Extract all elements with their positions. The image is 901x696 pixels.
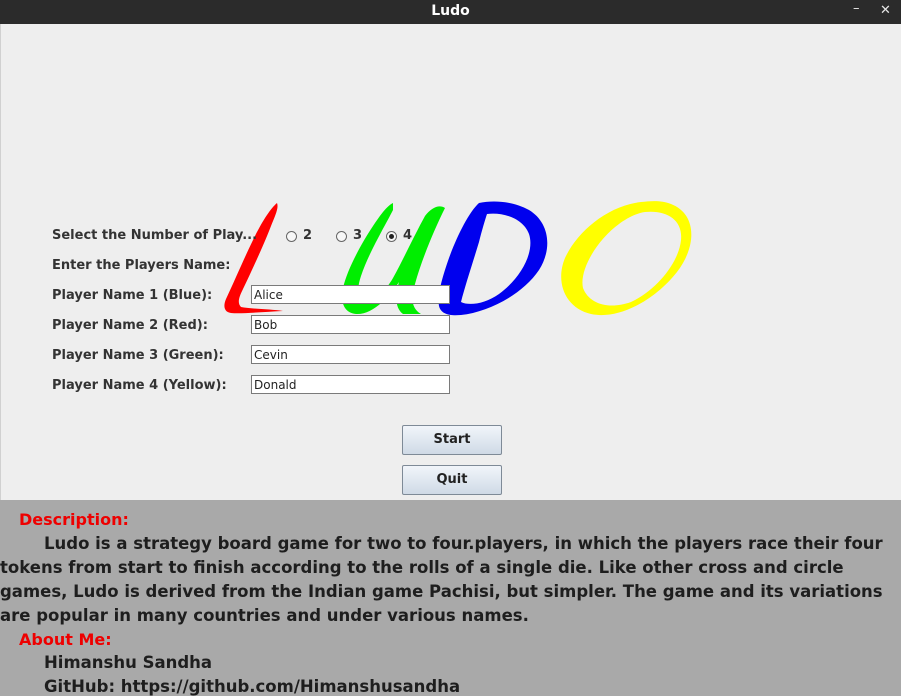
player2-name-field[interactable] — [251, 315, 450, 334]
main-panel: Select the Number of Play... 2 3 4 Enter… — [0, 24, 901, 500]
start-button[interactable]: Start — [402, 425, 502, 455]
description-body: Ludo is a strategy board game for two to… — [0, 534, 883, 625]
players-count-label: Select the Number of Play... — [52, 228, 258, 243]
description-text: Ludo is a strategy board game for two to… — [0, 532, 890, 628]
github-link[interactable]: GitHub: https://github.com/Himanshusandh… — [44, 677, 460, 696]
info-panel: Description: Ludo is a strategy board ga… — [0, 500, 901, 696]
quit-button[interactable]: Quit — [402, 465, 502, 495]
enter-names-label: Enter the Players Name: — [52, 258, 231, 273]
logo-letter-d — [438, 201, 548, 316]
description-heading: Description: — [19, 510, 129, 529]
player2-label: Player Name 2 (Red): — [52, 318, 208, 333]
player3-label: Player Name 3 (Green): — [52, 348, 224, 363]
radio-circle[interactable] — [336, 231, 347, 242]
close-button[interactable]: ✕ — [880, 3, 891, 18]
logo-letter-o — [561, 201, 692, 316]
author-name: Himanshu Sandha — [44, 653, 213, 672]
player4-label: Player Name 4 (Yellow): — [52, 378, 227, 393]
window-title: Ludo — [431, 3, 470, 19]
title-bar: Ludo – ✕ — [0, 0, 901, 24]
about-heading: About Me: — [19, 630, 112, 649]
player4-name-field[interactable] — [251, 375, 450, 394]
minimize-button[interactable]: – — [853, 1, 860, 16]
player1-name-field[interactable] — [251, 285, 450, 304]
radio-circle[interactable] — [286, 231, 297, 242]
radio-circle-selected[interactable] — [386, 231, 397, 242]
player1-label: Player Name 1 (Blue): — [52, 288, 213, 303]
player3-name-field[interactable] — [251, 345, 450, 364]
